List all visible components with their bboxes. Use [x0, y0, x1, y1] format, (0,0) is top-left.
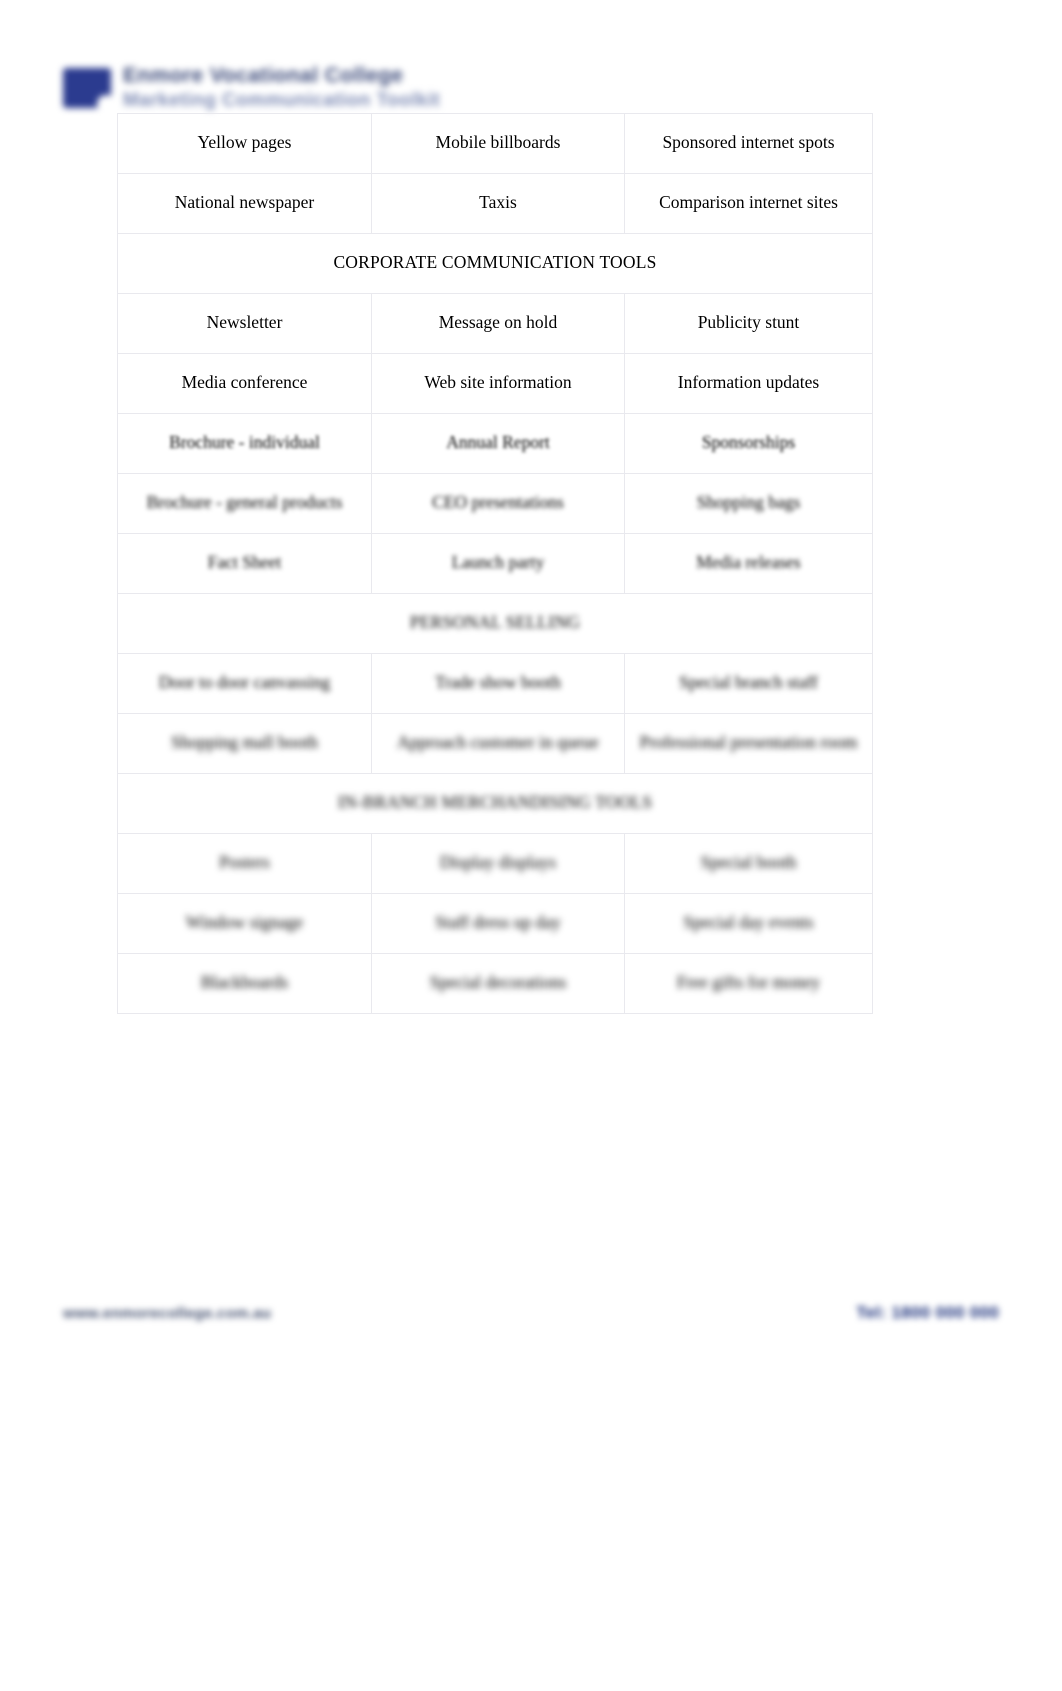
table-cell: Sponsored internet spots — [624, 113, 873, 174]
communication-tools-table-wrap: Yellow pages Mobile billboards Sponsored i… — [117, 113, 873, 1014]
footer-telephone: Tel: 1800 000 000 — [856, 1303, 999, 1322]
table-cell: Display displays — [371, 833, 625, 894]
table-cell: Launch party — [371, 533, 625, 594]
table-body: Yellow pages Mobile billboards Sponsored i… — [117, 113, 873, 1014]
table-cell: Posters — [117, 833, 372, 894]
table-cell: Annual Report — [371, 413, 625, 474]
table-cell: Newsletter — [117, 293, 372, 354]
table-cell: Fact Sheet — [117, 533, 372, 594]
table-row: Brochure - individual Annual Report Sponso… — [117, 413, 873, 474]
page-footer: www.enmorecollege.com.au Tel: 1800 000 0… — [63, 1303, 999, 1323]
section-header-cell: IN-BRANCH MERCHANDISING TOOLS — [117, 773, 873, 834]
section-header-cell: CORPORATE COMMUNICATION TOOLS — [117, 233, 873, 294]
table-cell: Media releases — [624, 533, 873, 594]
table-row: Window signage Staff dress up day Special … — [117, 893, 873, 954]
table-cell: Shopping bags — [624, 473, 873, 534]
table-cell: Window signage — [117, 893, 372, 954]
table-cell: CEO presentations — [371, 473, 625, 534]
table-row: Fact Sheet Launch party Media releases — [117, 533, 873, 594]
college-logo-icon — [63, 67, 115, 113]
table-cell: Special decorations — [371, 953, 625, 1014]
table-row: Shopping mall booth Approach customer in … — [117, 713, 873, 774]
table-cell: Publicity stunt — [624, 293, 873, 354]
table-row: Posters Display displays Special booth — [117, 833, 873, 894]
college-logo-header: Enmore Vocational College Marketing Comm… — [63, 60, 483, 115]
section-header-cell: PERSONAL SELLING — [117, 593, 873, 654]
table-cell: Yellow pages — [117, 113, 372, 174]
table-cell: Comparison internet sites — [624, 173, 873, 234]
table-cell: Door to door canvassing — [117, 653, 372, 714]
table-row: Door to door canvassing Trade show booth S… — [117, 653, 873, 714]
logo-secondary-line: Marketing Communication Toolkit — [123, 89, 441, 111]
table-cell: Special day events — [624, 893, 873, 954]
table-cell: Special branch staff — [624, 653, 873, 714]
table-section-row: CORPORATE COMMUNICATION TOOLS — [117, 233, 873, 294]
table-cell: Taxis — [371, 173, 625, 234]
logo-text-block: Enmore Vocational College Marketing Comm… — [123, 64, 440, 112]
communication-tools-table: Yellow pages Mobile billboards Sponsored i… — [117, 113, 873, 1014]
document-page: Enmore Vocational College Marketing Comm… — [0, 0, 1062, 1691]
table-cell: Shopping mall booth — [117, 713, 372, 774]
table-cell: Free gifts for money — [624, 953, 873, 1014]
table-cell: Mobile billboards — [371, 113, 625, 174]
table-row: Brochure - general products CEO presentat… — [117, 473, 873, 534]
table-row: National newspaper Taxis Comparison intern… — [117, 173, 873, 234]
table-row: Blackboards Special decorations Free gifts… — [117, 953, 873, 1014]
logo-primary-line: Enmore Vocational College — [123, 63, 404, 87]
table-row: Media conference Web site information Info… — [117, 353, 873, 414]
table-cell: Special booth — [624, 833, 873, 894]
table-cell: Information updates — [624, 353, 873, 414]
table-cell: Brochure - individual — [117, 413, 372, 474]
table-cell: Brochure - general products — [117, 473, 372, 534]
table-cell: Web site information — [371, 353, 625, 414]
table-row: Yellow pages Mobile billboards Sponsored i… — [117, 113, 873, 174]
table-cell: National newspaper — [117, 173, 372, 234]
table-row: Newsletter Message on hold Publicity stunt — [117, 293, 873, 354]
table-cell: Professional presentation room — [624, 713, 873, 774]
table-section-row: IN-BRANCH MERCHANDISING TOOLS — [117, 773, 873, 834]
table-cell: Staff dress up day — [371, 893, 625, 954]
table-cell: Sponsorships — [624, 413, 873, 474]
table-cell: Media conference — [117, 353, 372, 414]
table-cell: Trade show booth — [371, 653, 625, 714]
table-section-row: PERSONAL SELLING — [117, 593, 873, 654]
table-cell: Message on hold — [371, 293, 625, 354]
table-cell: Blackboards — [117, 953, 372, 1014]
table-cell: Approach customer in queue — [371, 713, 625, 774]
footer-website: www.enmorecollege.com.au — [63, 1305, 272, 1322]
